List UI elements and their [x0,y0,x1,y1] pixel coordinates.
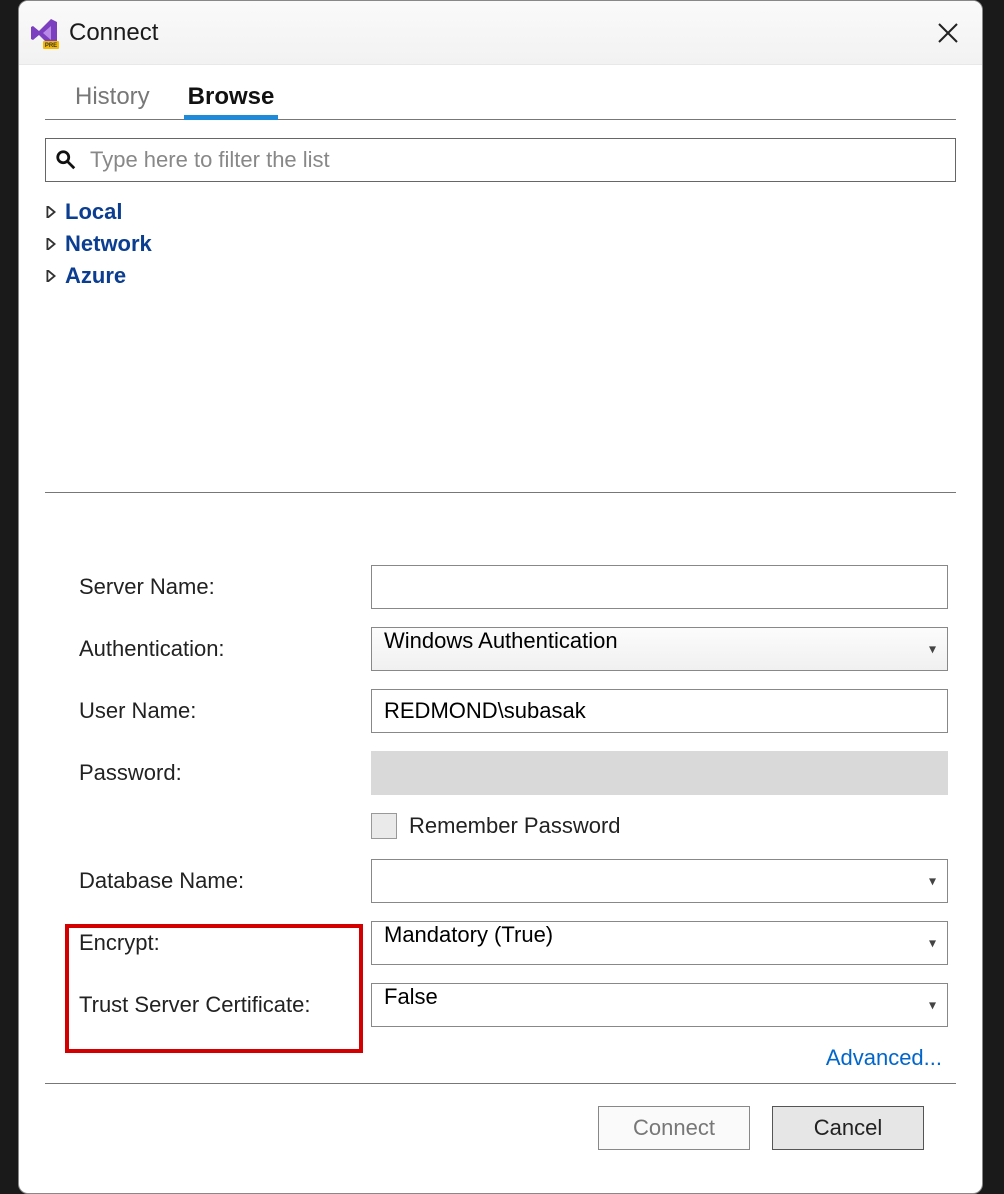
database-name-label: Database Name: [79,868,371,894]
dialog-title: Connect [69,19,158,47]
chevron-right-icon [45,206,57,218]
password-label: Password: [79,760,371,786]
dialog-content: History Browse Local Network [19,65,982,1193]
chevron-right-icon [45,270,57,282]
close-button[interactable] [932,17,964,49]
user-name-input[interactable] [371,689,948,733]
filter-input[interactable] [45,138,956,182]
button-row: Connect Cancel [45,1084,956,1150]
remember-password-checkbox[interactable] [371,813,397,839]
tree-label: Azure [65,263,126,289]
filter-row [45,138,956,182]
tree-label: Local [65,199,122,225]
visual-studio-preview-icon: PRE [27,15,63,51]
chevron-right-icon [45,238,57,250]
trust-cert-select[interactable]: False [371,983,948,1027]
tree-item-network[interactable]: Network [45,228,956,260]
advanced-link[interactable]: Advanced... [826,1045,942,1071]
encrypt-value: Mandatory (True) [384,922,553,947]
divider [45,492,956,493]
tab-history[interactable]: History [73,77,152,119]
trust-cert-label: Trust Server Certificate: [79,992,371,1018]
connection-form: Server Name: Authentication: Windows Aut… [45,565,956,1071]
search-icon [55,149,77,171]
svg-text:PRE: PRE [45,43,57,49]
encrypt-select[interactable]: Mandatory (True) [371,921,948,965]
encrypt-label: Encrypt: [79,930,371,956]
server-tree: Local Network Azure [45,196,956,292]
server-name-input[interactable] [371,565,948,609]
connect-dialog: PRE Connect History Browse [18,0,983,1194]
titlebar: PRE Connect [19,1,982,65]
authentication-value: Windows Authentication [384,628,618,653]
tree-item-azure[interactable]: Azure [45,260,956,292]
authentication-select[interactable]: Windows Authentication [371,627,948,671]
authentication-label: Authentication: [79,636,371,662]
password-input [371,751,948,795]
user-name-label: User Name: [79,698,371,724]
tree-label: Network [65,231,152,257]
server-name-label: Server Name: [79,574,371,600]
close-icon [937,22,959,44]
cancel-button[interactable]: Cancel [772,1106,924,1150]
tab-bar: History Browse [45,77,956,120]
connect-button[interactable]: Connect [598,1106,750,1150]
tree-item-local[interactable]: Local [45,196,956,228]
tab-browse[interactable]: Browse [186,77,277,119]
database-name-select[interactable] [371,859,948,903]
trust-cert-value: False [384,984,438,1009]
remember-password-label: Remember Password [409,813,621,839]
